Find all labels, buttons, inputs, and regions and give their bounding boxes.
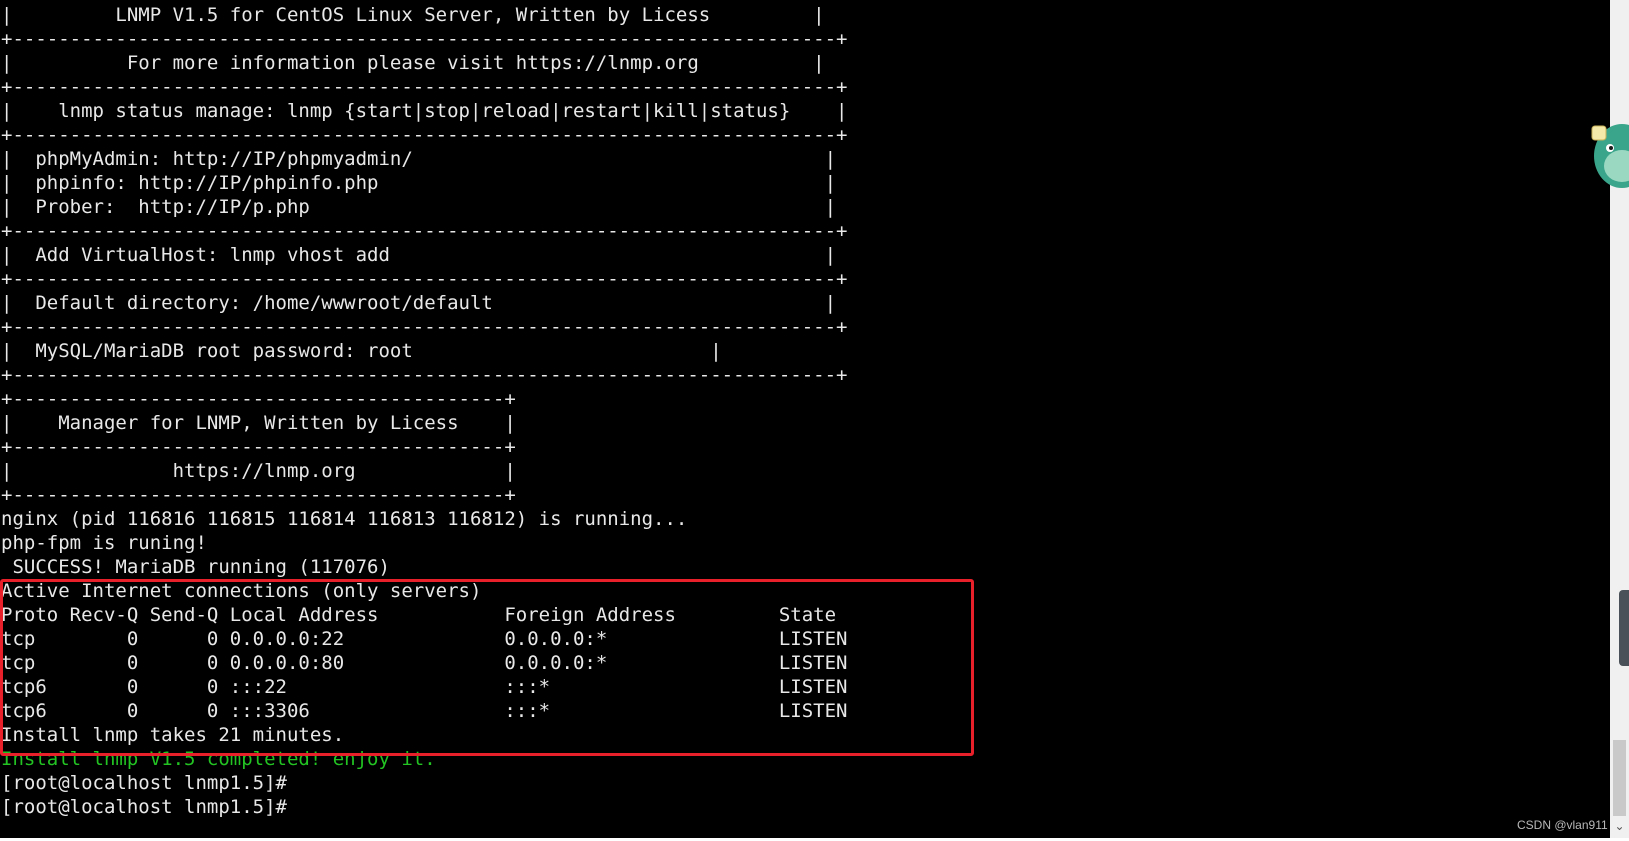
terminal-line: nginx (pid 116816 116815 116814 116813 1… [1, 508, 688, 530]
terminal-line: | phpMyAdmin: http://IP/phpmyadmin/ | [1, 148, 837, 170]
terminal-line: [root@localhost lnmp1.5]# [1, 772, 287, 794]
terminal-line: | For more information please visit http… [1, 52, 825, 74]
terminal-line: tcp6 0 0 :::3306 :::* LISTEN [1, 700, 848, 722]
terminal-line: +---------------------------------------… [1, 364, 848, 386]
terminal-line: SUCCESS! MariaDB running (117076) [1, 556, 390, 578]
terminal-line: | Prober: http://IP/p.php | [1, 196, 837, 218]
terminal-line: +---------------------------------------… [1, 124, 848, 146]
dinosaur-mascot-icon[interactable] [1590, 118, 1629, 198]
terminal-line: | lnmp status manage: lnmp {start|stop|r… [1, 100, 848, 122]
terminal-line: tcp6 0 0 :::22 :::* LISTEN [1, 676, 848, 698]
scrollbar-thumb[interactable] [1613, 740, 1626, 816]
terminal-line: | Add VirtualHost: lnmp vhost add | [1, 244, 837, 266]
terminal-line: +---------------------------------------… [1, 388, 516, 410]
chevron-down-icon[interactable]: ⌄ [1613, 818, 1626, 834]
terminal-line: | Default directory: /home/wwwroot/defau… [1, 292, 837, 314]
terminal-line: php-fpm is runing! [1, 532, 207, 554]
terminal-line: +---------------------------------------… [1, 220, 848, 242]
terminal-line: Install lnmp takes 21 minutes. [1, 724, 345, 746]
terminal-line: | Manager for LNMP, Written by Licess | [1, 412, 516, 434]
terminal-line: Proto Recv-Q Send-Q Local Address Foreig… [1, 604, 837, 626]
terminal-line: +---------------------------------------… [1, 28, 848, 50]
terminal-line: +---------------------------------------… [1, 268, 848, 290]
terminal-window[interactable]: | LNMP V1.5 for CentOS Linux Server, Wri… [0, 0, 1610, 838]
terminal-line: +---------------------------------------… [1, 76, 848, 98]
terminal-line: tcp 0 0 0.0.0.0:80 0.0.0.0:* LISTEN [1, 652, 848, 674]
terminal-line: | phpinfo: http://IP/phpinfo.php | [1, 172, 837, 194]
terminal-line: Install lnmp V1.5 completed! enjoy it. [1, 748, 436, 770]
terminal-line: +---------------------------------------… [1, 316, 848, 338]
terminal-line: Active Internet connections (only server… [1, 580, 482, 602]
watermark: CSDN @vlan911 [1517, 818, 1608, 832]
terminal-line: +---------------------------------------… [1, 484, 516, 506]
terminal-line: | MySQL/MariaDB root password: root | [1, 340, 722, 362]
side-panel-tab[interactable] [1619, 590, 1629, 666]
terminal-line: +---------------------------------------… [1, 436, 516, 458]
terminal-line: | LNMP V1.5 for CentOS Linux Server, Wri… [1, 4, 825, 26]
terminal-line: | https://lnmp.org | [1, 460, 516, 482]
terminal-line: tcp 0 0 0.0.0.0:22 0.0.0.0:* LISTEN [1, 628, 848, 650]
terminal-line: [root@localhost lnmp1.5]# [1, 796, 287, 818]
